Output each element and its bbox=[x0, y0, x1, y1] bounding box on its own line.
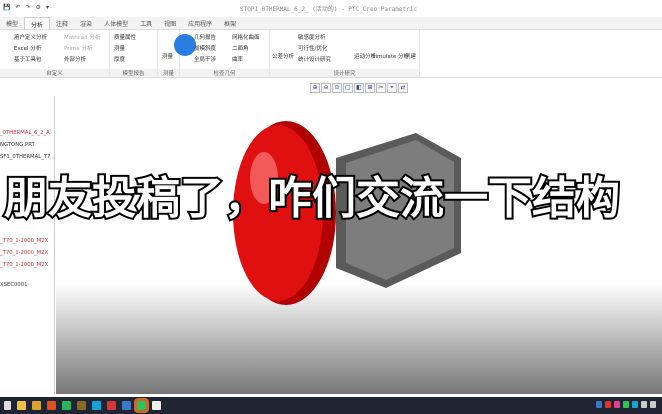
tab-tools[interactable]: 工具 bbox=[134, 17, 158, 29]
tray-icon[interactable] bbox=[596, 401, 602, 408]
tolerance-analysis-button[interactable]: 公差分析 bbox=[272, 52, 294, 60]
file-explorer-icon[interactable] bbox=[32, 401, 41, 410]
tree-item[interactable]: _T70_1-2000_M2X bbox=[0, 250, 48, 256]
statistical-design-button[interactable]: 统计设计研究 bbox=[298, 55, 331, 63]
save-icon[interactable]: 💾 bbox=[3, 4, 10, 11]
tab-model[interactable]: 模型 bbox=[0, 17, 24, 29]
create-button[interactable]: 创建 bbox=[405, 52, 416, 60]
app-icon[interactable] bbox=[62, 401, 71, 410]
tab-manikin[interactable]: 人体模型 bbox=[98, 17, 134, 29]
quick-access-toolbar: 💾 ↶ ↷ ⚙ ▾ bbox=[0, 4, 49, 11]
creo-icon[interactable] bbox=[122, 401, 131, 410]
system-tray bbox=[596, 401, 656, 408]
refit-icon[interactable]: ⊙ bbox=[332, 83, 342, 93]
thickness-button[interactable]: 厚度 bbox=[114, 55, 125, 63]
group-label: 测量 bbox=[158, 69, 179, 77]
geometry-report-button[interactable]: 几何报告 bbox=[194, 33, 216, 41]
measure-button[interactable]: 测量 bbox=[114, 44, 125, 52]
wps-icon[interactable] bbox=[107, 401, 116, 410]
zoom-in-icon[interactable]: ⊕ bbox=[310, 83, 320, 93]
curvature-button[interactable]: 曲率 bbox=[232, 55, 243, 63]
tree-item[interactable]: XSEC0001 bbox=[0, 282, 28, 288]
tab-annotate[interactable]: 注释 bbox=[50, 17, 74, 29]
tab-analysis[interactable]: 分析 bbox=[24, 17, 51, 29]
tray-icon[interactable] bbox=[614, 401, 620, 408]
group-label: 设计研究 bbox=[270, 69, 419, 77]
repaint-icon[interactable]: ▢ bbox=[343, 83, 353, 93]
tab-applications[interactable]: 应用程序 bbox=[182, 17, 218, 29]
toolkit-button[interactable]: 基于工具包 bbox=[14, 55, 42, 63]
annotation-display-icon[interactable]: ⇄ bbox=[398, 83, 408, 93]
side-caption: 日 bbox=[1, 344, 15, 359]
view-manager-icon[interactable]: ✂ bbox=[376, 83, 386, 93]
sensitivity-analysis-button[interactable]: 敏感度分析 bbox=[298, 33, 326, 41]
graphics-toolbar: ⊕ ⊖ ⊙ ▢ ◧ ⊞ ✂ ⌖ ⇄ bbox=[310, 83, 408, 93]
external-analysis-button[interactable]: 外部分析 bbox=[64, 55, 86, 63]
mass-properties-button[interactable]: 质量属性 bbox=[114, 33, 136, 41]
draft-button[interactable]: 拔模斜度 bbox=[194, 44, 216, 52]
tray-icon[interactable] bbox=[632, 401, 638, 408]
tab-framework[interactable]: 框架 bbox=[218, 17, 242, 29]
window-title: STOP1_0THERMAL_6_2_ (活动的) - PTC Creo Par… bbox=[240, 6, 417, 13]
simulate-analysis-button[interactable]: Simulate 分析 bbox=[372, 52, 409, 60]
tab-render[interactable]: 渲染 bbox=[74, 17, 98, 29]
dihedral-angle-button[interactable]: 二面角 bbox=[232, 44, 249, 52]
wechat-icon[interactable] bbox=[134, 398, 149, 413]
measure-tool-button[interactable]: 测量 bbox=[162, 52, 173, 60]
edge-icon[interactable] bbox=[92, 401, 101, 410]
feasibility-button[interactable]: 可行性/优化 bbox=[298, 44, 327, 52]
network-icon[interactable] bbox=[641, 401, 647, 408]
group-label: 检查几何 bbox=[180, 69, 269, 77]
undo-icon[interactable]: ↶ bbox=[15, 4, 20, 11]
prime-analysis-button[interactable]: Prime 分析 bbox=[64, 44, 93, 52]
volume-icon[interactable] bbox=[650, 401, 656, 408]
tray-icon[interactable] bbox=[623, 401, 629, 408]
title-bar: 💾 ↶ ↷ ⚙ ▾ STOP1_0THERMAL_6_2_ (活动的) - PT… bbox=[0, 0, 662, 15]
customize-icon[interactable]: ▾ bbox=[46, 4, 49, 11]
global-interference-button[interactable]: 全局干涉 bbox=[194, 55, 216, 63]
video-caption: 朋友投稿了，咋们交流一下结构 bbox=[2, 171, 622, 226]
group-custom: 用户定义分析 Excel 分析 基于工具包 Mathcad 分析 Prime 分… bbox=[0, 30, 110, 78]
group-inspect-geometry: 几何报告 拔模斜度 全局干涉 网格化曲面 二面角 曲率 检查几何 bbox=[180, 30, 270, 78]
mathcad-analysis-button[interactable]: Mathcad 分析 bbox=[64, 33, 100, 41]
user-defined-analysis-button[interactable]: 用户定义分析 bbox=[14, 33, 47, 41]
datum-display-icon[interactable]: ⌖ bbox=[387, 83, 397, 93]
excel-analysis-button[interactable]: Excel 分析 bbox=[14, 44, 41, 52]
ribbon-tabs: 模型 分析 注释 渲染 人体模型 工具 视图 应用程序 框架 bbox=[0, 17, 662, 30]
tree-item[interactable]: _T70_1-2000_M2X bbox=[0, 262, 48, 268]
zoom-out-icon[interactable]: ⊖ bbox=[321, 83, 331, 93]
redo-icon[interactable]: ↷ bbox=[26, 4, 31, 11]
tab-view[interactable]: 视图 bbox=[158, 17, 182, 29]
video-app-icon[interactable] bbox=[152, 401, 161, 410]
task-view-icon[interactable] bbox=[4, 401, 11, 410]
ribbon: 用户定义分析 Excel 分析 基于工具包 Mathcad 分析 Prime 分… bbox=[0, 30, 662, 78]
graphics-area[interactable] bbox=[56, 78, 662, 394]
model-view bbox=[233, 121, 461, 305]
display-style-icon[interactable]: ◧ bbox=[354, 83, 364, 93]
office-icon[interactable] bbox=[47, 401, 56, 410]
store-icon[interactable] bbox=[17, 401, 26, 410]
tree-item[interactable]: NGTONG.PRT bbox=[0, 142, 35, 148]
tray-icon[interactable] bbox=[605, 401, 611, 408]
group-model-report: 质量属性 测量 厚度 模型报告 bbox=[110, 30, 158, 78]
group-design-study: 公差分析 敏感度分析 可行性/优化 统计设计研究 运动分析 Simulate 分… bbox=[270, 30, 420, 78]
tree-item[interactable]: _T70_1-2000_M2X bbox=[0, 238, 48, 244]
tree-item[interactable]: SF1_0THERMAL_T7 bbox=[0, 154, 50, 160]
mesh-surface-button[interactable]: 网格化曲面 bbox=[232, 33, 260, 41]
regenerate-icon[interactable]: ⚙ bbox=[36, 4, 41, 11]
tree-item[interactable]: _0THERMAL_6_2_A bbox=[0, 130, 50, 136]
group-label: 模型报告 bbox=[110, 69, 157, 77]
taskbar bbox=[0, 397, 662, 414]
group-label: 自定义 bbox=[0, 69, 109, 77]
app-icon[interactable] bbox=[77, 401, 86, 410]
saved-views-icon[interactable]: ⊞ bbox=[365, 83, 375, 93]
